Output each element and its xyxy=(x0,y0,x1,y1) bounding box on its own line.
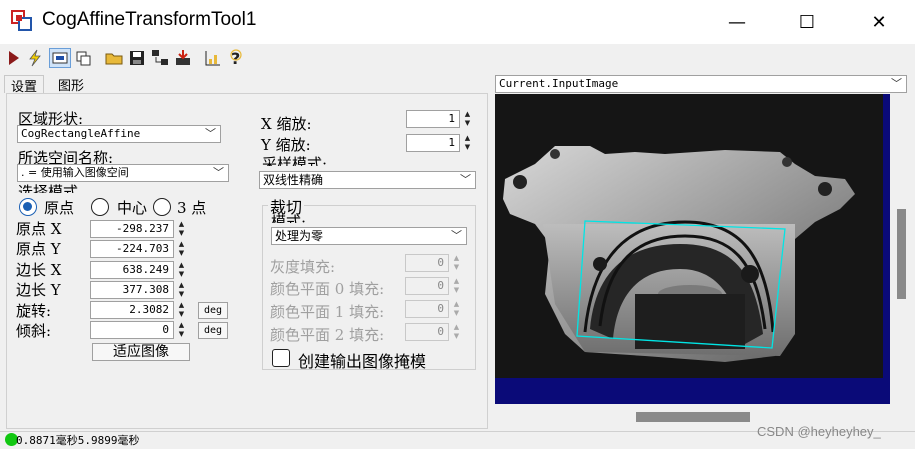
radio-three-point-label: 3 点 xyxy=(177,199,207,217)
plane0-fill-spinner[interactable]: ▲ ▼ xyxy=(450,277,463,295)
gray-fill-input[interactable]: 0 xyxy=(405,254,449,272)
skew-spinner[interactable]: ▲ ▼ xyxy=(175,321,188,339)
side-y-label: 边长 Y xyxy=(16,281,61,299)
clip-mode-select[interactable]: 处理为零 ﹀ xyxy=(271,227,467,245)
rotation-unit-button[interactable]: deg xyxy=(198,302,228,319)
gray-fill-label: 灰度填充: xyxy=(270,258,336,276)
chevron-down-icon: ﹀ xyxy=(205,127,216,140)
side-x-input[interactable]: 638.249 xyxy=(90,261,174,279)
x-scale-spinner[interactable]: ▲ ▼ xyxy=(461,110,474,128)
plane2-fill-label: 颜色平面 2 填充: xyxy=(270,326,385,344)
open-folder-icon[interactable] xyxy=(104,48,124,68)
x-scale-input[interactable]: 1 xyxy=(406,110,460,128)
region-shape-value: CogRectangleAffine xyxy=(21,127,141,140)
selection-mode-label: 选择模式 xyxy=(18,183,79,193)
clip-mode-value: 处理为零 xyxy=(275,229,324,243)
watermark: CSDN @heyheyhey_ xyxy=(757,424,881,439)
origin-y-label: 原点 Y xyxy=(16,240,61,258)
app-icon xyxy=(11,10,33,32)
chevron-down-icon: ﹀ xyxy=(213,166,224,179)
create-mask-checkbox[interactable] xyxy=(272,349,290,367)
image-source-select[interactable]: Current.InputImage ﹀ xyxy=(495,75,907,93)
space-name-select[interactable]: . = 使用输入图像空间 ﹀ xyxy=(17,164,229,182)
chevron-down-icon: ﹀ xyxy=(460,173,471,186)
plane1-fill-label: 颜色平面 1 填充: xyxy=(270,303,385,321)
radio-three-point[interactable] xyxy=(153,198,171,216)
skew-label: 倾斜: xyxy=(16,322,52,340)
save-icon[interactable] xyxy=(127,48,147,68)
run-icon[interactable] xyxy=(3,48,23,68)
skew-input[interactable]: 0 xyxy=(90,321,174,339)
y-scale-label: Y 缩放: xyxy=(261,136,311,154)
chevron-down-icon: ﹀ xyxy=(451,229,462,242)
sampling-mode-label: 采样模式: xyxy=(262,155,328,166)
side-x-label: 边长 X xyxy=(16,261,62,279)
chart-icon[interactable] xyxy=(203,48,223,68)
sampling-mode-select[interactable]: 双线性精确 ﹀ xyxy=(259,171,476,189)
status-text: 0.8871毫秒5.9899毫秒 xyxy=(16,434,140,447)
image-source-value: Current.InputImage xyxy=(499,77,619,90)
radio-center-label: 中心 xyxy=(117,199,148,217)
sampling-mode-value: 双线性精确 xyxy=(263,173,324,187)
origin-x-spinner[interactable]: ▲ ▼ xyxy=(175,220,188,238)
radio-origin[interactable] xyxy=(19,198,37,216)
tab-settings[interactable]: 设置 xyxy=(4,75,45,95)
side-y-spinner[interactable]: ▲ ▼ xyxy=(175,281,188,299)
help-icon[interactable]: ? xyxy=(226,48,246,68)
copy-icon[interactable] xyxy=(73,48,93,68)
rotation-spinner[interactable]: ▲ ▼ xyxy=(175,301,188,319)
origin-x-label: 原点 X xyxy=(16,220,62,238)
region-shape-select[interactable]: CogRectangleAffine ﹀ xyxy=(17,125,221,143)
window-title: CogAffineTransformTool1 xyxy=(42,9,257,30)
plane2-fill-spinner[interactable]: ▲ ▼ xyxy=(450,323,463,341)
vertical-scroll-thumb[interactable] xyxy=(897,209,906,299)
clip-mode-label: 模式: xyxy=(271,213,307,223)
horizontal-scroll-thumb[interactable] xyxy=(636,412,750,422)
minimize-button[interactable]: — xyxy=(714,0,760,44)
radio-center[interactable] xyxy=(91,198,109,216)
maximize-button[interactable]: ☐ xyxy=(784,0,830,44)
plane2-fill-input[interactable]: 0 xyxy=(405,323,449,341)
chevron-down-icon: ﹀ xyxy=(891,77,902,90)
import-icon[interactable] xyxy=(173,48,193,68)
tab-graphics[interactable]: 图形 xyxy=(52,75,90,94)
lightning-icon[interactable] xyxy=(25,48,45,68)
skew-unit-button[interactable]: deg xyxy=(198,322,228,339)
radio-origin-label: 原点 xyxy=(44,199,75,217)
rotation-input[interactable]: 2.3082 xyxy=(90,301,174,319)
side-y-input[interactable]: 377.308 xyxy=(90,281,174,299)
side-x-spinner[interactable]: ▲ ▼ xyxy=(175,261,188,279)
y-scale-input[interactable]: 1 xyxy=(406,134,460,152)
gray-fill-spinner[interactable]: ▲ ▼ xyxy=(450,254,463,272)
close-button[interactable]: ✕ xyxy=(856,0,902,44)
inspection-image xyxy=(495,94,883,378)
rotation-label: 旋转: xyxy=(16,302,52,320)
origin-y-input[interactable]: -224.703 xyxy=(90,240,174,258)
create-mask-label: 创建输出图像掩模 xyxy=(298,352,427,371)
plane0-fill-input[interactable]: 0 xyxy=(405,277,449,295)
plane0-fill-label: 颜色平面 0 填充: xyxy=(270,280,385,298)
display-icon[interactable] xyxy=(49,48,71,68)
y-scale-spinner[interactable]: ▲ ▼ xyxy=(461,134,474,152)
plane1-fill-spinner[interactable]: ▲ ▼ xyxy=(450,300,463,318)
plane1-fill-input[interactable]: 0 xyxy=(405,300,449,318)
origin-x-input[interactable]: -298.237 xyxy=(90,220,174,238)
image-display[interactable] xyxy=(495,94,890,404)
origin-y-spinner[interactable]: ▲ ▼ xyxy=(175,240,188,258)
space-name-value: . = 使用输入图像空间 xyxy=(21,166,129,179)
fit-image-button[interactable]: 适应图像 xyxy=(92,343,190,361)
network-icon[interactable] xyxy=(150,48,170,68)
x-scale-label: X 缩放: xyxy=(261,115,312,133)
